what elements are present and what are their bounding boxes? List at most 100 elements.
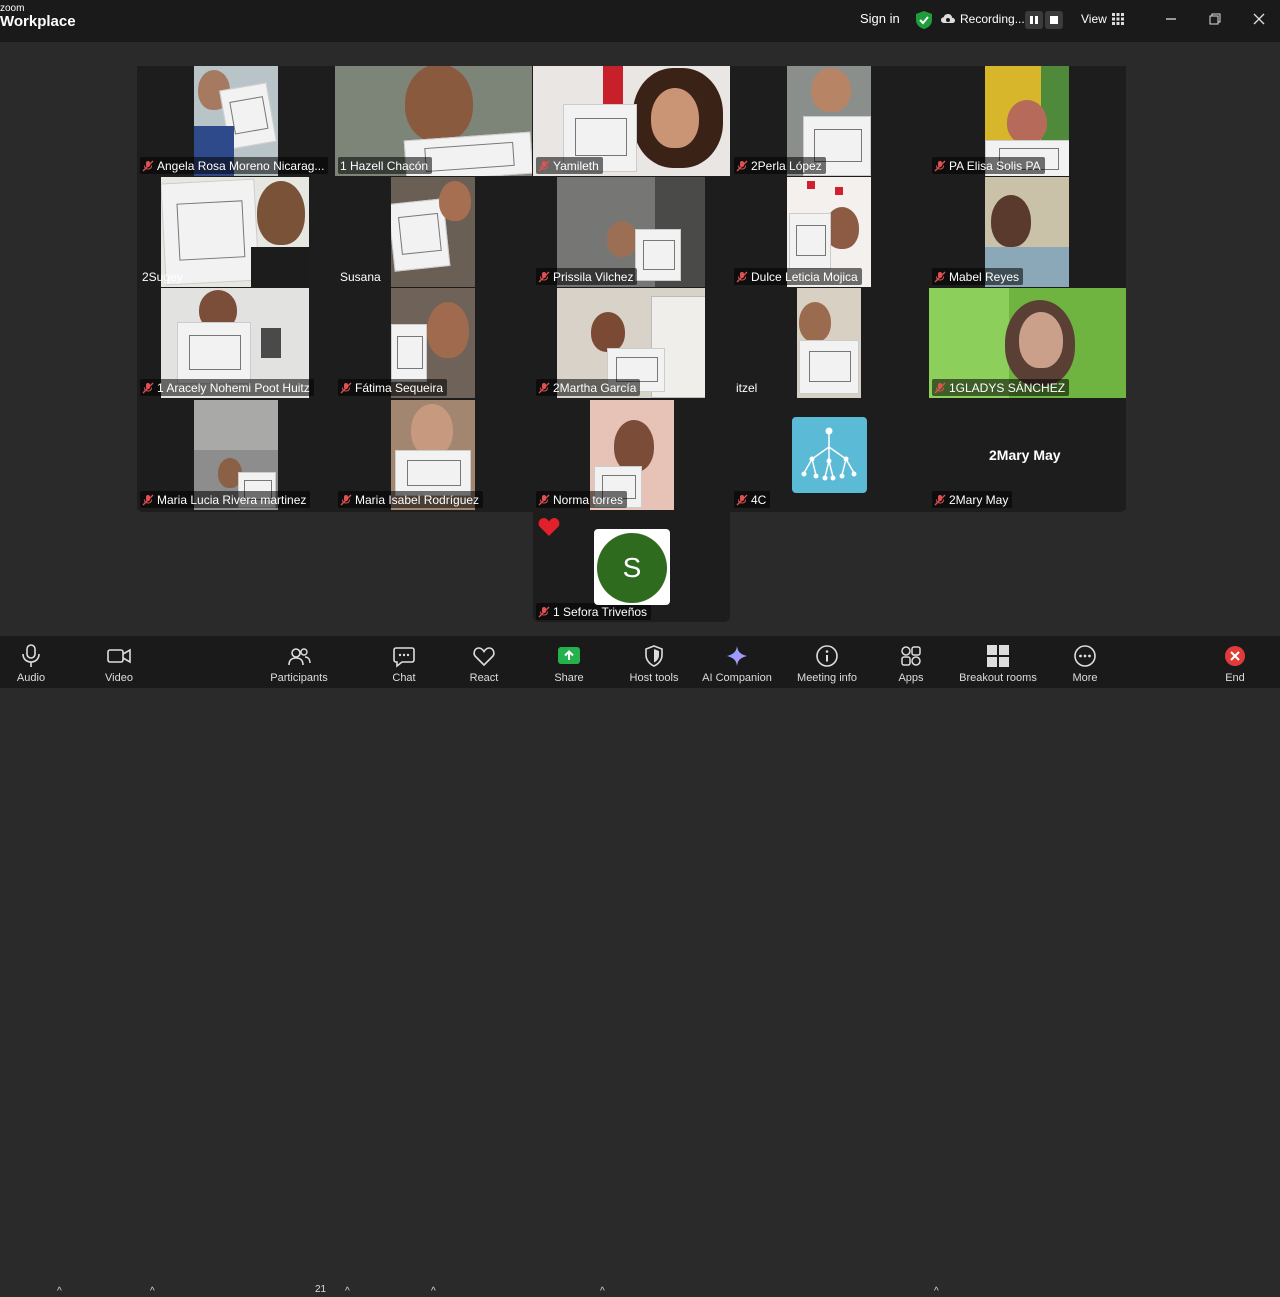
encryption-shield-icon[interactable]: [915, 10, 933, 30]
meeting-info-label: Meeting info: [797, 672, 857, 684]
video-button[interactable]: Video: [79, 640, 159, 686]
participant-tile[interactable]: 1 Aracely Nohemi Poot Huitz: [137, 288, 334, 398]
participants-button[interactable]: Participants: [259, 640, 339, 686]
apps-button[interactable]: Apps: [871, 640, 951, 686]
chat-button[interactable]: Chat: [364, 640, 444, 686]
participant-tile[interactable]: Susana: [335, 177, 532, 287]
chat-options-chevron-icon[interactable]: ^: [431, 1286, 441, 1297]
participant-tile[interactable]: 2Martha García: [533, 288, 730, 398]
view-button[interactable]: View: [1081, 12, 1107, 26]
react-button[interactable]: React: [444, 640, 524, 686]
more-icon: [1074, 645, 1096, 667]
mic-muted-icon: [538, 494, 550, 505]
ai-companion-button[interactable]: AI Companion: [694, 640, 780, 686]
minimize-window-button[interactable]: [1161, 10, 1181, 30]
apps-label: Apps: [898, 672, 924, 684]
face: [1007, 100, 1047, 144]
worksheet: [789, 213, 831, 269]
host-tools-button[interactable]: Host tools: [614, 640, 694, 686]
participant-tile[interactable]: Fátima Sequeira: [335, 288, 532, 398]
participant-tile[interactable]: 2Perla López: [731, 66, 928, 176]
face: [614, 420, 654, 472]
audio-label: Audio: [16, 672, 46, 684]
more-button[interactable]: More: [1045, 640, 1125, 686]
participant-tile[interactable]: Yamileth: [533, 66, 730, 176]
participant-tile[interactable]: itzel: [731, 288, 928, 398]
worksheet: [391, 324, 427, 382]
apps-options-chevron-icon[interactable]: ^: [934, 1286, 944, 1297]
participants-icon: [288, 648, 311, 666]
stop-recording-button[interactable]: [1045, 11, 1063, 29]
more-label: More: [1072, 672, 1098, 684]
participant-name: 2Perla López: [734, 157, 826, 174]
mic-muted-icon: [934, 271, 946, 282]
participant-name-text: 1 Aracely Nohemi Poot Huitz: [157, 380, 310, 395]
worksheet: [177, 322, 251, 384]
participant-tile[interactable]: Norma torres: [533, 400, 730, 510]
title-bar: zoom Workplace Sign in Recording... View: [0, 0, 1280, 42]
participant-name-text: 2Perla López: [751, 158, 822, 173]
share-options-chevron-icon[interactable]: ^: [600, 1286, 610, 1297]
heart-reaction-icon: [538, 518, 560, 536]
mic-muted-icon: [142, 494, 154, 505]
pause-recording-button[interactable]: [1025, 11, 1043, 29]
participant-tile[interactable]: Maria Isabel Rodríguez: [335, 400, 532, 510]
microphone-icon: [22, 644, 40, 667]
mic-muted-icon: [142, 382, 154, 393]
participant-tile[interactable]: 1GLADYS SÁNCHEZ: [929, 288, 1126, 398]
sign-in-link[interactable]: Sign in: [860, 11, 900, 26]
clothing: [251, 247, 309, 287]
participant-name: PA Elisa Solis PA: [932, 157, 1045, 174]
share-label: Share: [554, 672, 584, 684]
face: [257, 181, 305, 245]
share-screen-button[interactable]: Share: [529, 640, 609, 686]
participant-name: 2Mary May: [932, 491, 1013, 508]
mic-muted-icon: [340, 494, 352, 505]
participant-name-text: 1 Sefora Triveños: [553, 604, 648, 619]
face: [439, 181, 471, 221]
end-meeting-button[interactable]: End: [1195, 640, 1275, 686]
mic-muted-icon: [538, 271, 550, 282]
participant-name: 1 Aracely Nohemi Poot Huitz: [140, 379, 314, 396]
info-icon: [816, 645, 838, 667]
participant-tile[interactable]: Maria Lucia Rivera martinez: [137, 400, 334, 510]
face: [607, 221, 637, 257]
participant-name: Norma torres: [536, 491, 628, 508]
participant-name-text: 2Martha García: [553, 380, 637, 395]
close-icon: [1253, 13, 1265, 25]
participant-name-text: 2Sugey: [142, 269, 183, 284]
mic-muted-icon: [934, 160, 946, 171]
participants-options-chevron-icon[interactable]: ^: [345, 1286, 355, 1297]
face: [411, 404, 453, 456]
participant-tile[interactable]: Mabel Reyes: [929, 177, 1126, 287]
participant-tile[interactable]: 2Sugey: [137, 177, 334, 287]
participant-tile[interactable]: 2Mary May 2Mary May: [929, 400, 1126, 510]
close-window-button[interactable]: [1249, 10, 1269, 30]
participant-name-text: Yamileth: [553, 158, 599, 173]
audio-button[interactable]: Audio: [0, 640, 71, 686]
participant-name-text: Susana: [340, 269, 381, 284]
grid-view-icon[interactable]: [1112, 13, 1124, 25]
share-screen-icon: [558, 647, 580, 664]
restore-window-button[interactable]: [1205, 10, 1225, 30]
face: [811, 68, 851, 112]
participant-tile[interactable]: Dulce Leticia Mojica: [731, 177, 928, 287]
window: [261, 328, 281, 358]
meeting-info-button[interactable]: Meeting info: [787, 640, 867, 686]
participant-name-text: itzel: [736, 380, 758, 395]
audio-options-chevron-icon[interactable]: ^: [57, 1286, 67, 1297]
participant-tile-active-speaker[interactable]: 1 Hazell Chacón: [335, 66, 532, 176]
video-options-chevron-icon[interactable]: ^: [150, 1286, 160, 1297]
participant-tile[interactable]: Prissila Vilchez: [533, 177, 730, 287]
minimize-icon: [1166, 18, 1176, 20]
participant-tile[interactable]: Angela Rosa Moreno Nicarag...: [137, 66, 334, 176]
participant-name: Dulce Leticia Mojica: [734, 268, 862, 285]
participant-tile[interactable]: PA Elisa Solis PA: [929, 66, 1126, 176]
host-tools-shield-icon: [645, 645, 663, 667]
participant-name: itzel: [734, 379, 761, 396]
breakout-rooms-icon: [987, 645, 1009, 667]
participant-name-text: 1 Hazell Chacón: [340, 158, 429, 173]
breakout-rooms-button[interactable]: Breakout rooms: [952, 640, 1044, 686]
participant-tile[interactable]: 4C: [731, 400, 928, 510]
participant-name: 1GLADYS SÁNCHEZ: [932, 379, 1070, 396]
